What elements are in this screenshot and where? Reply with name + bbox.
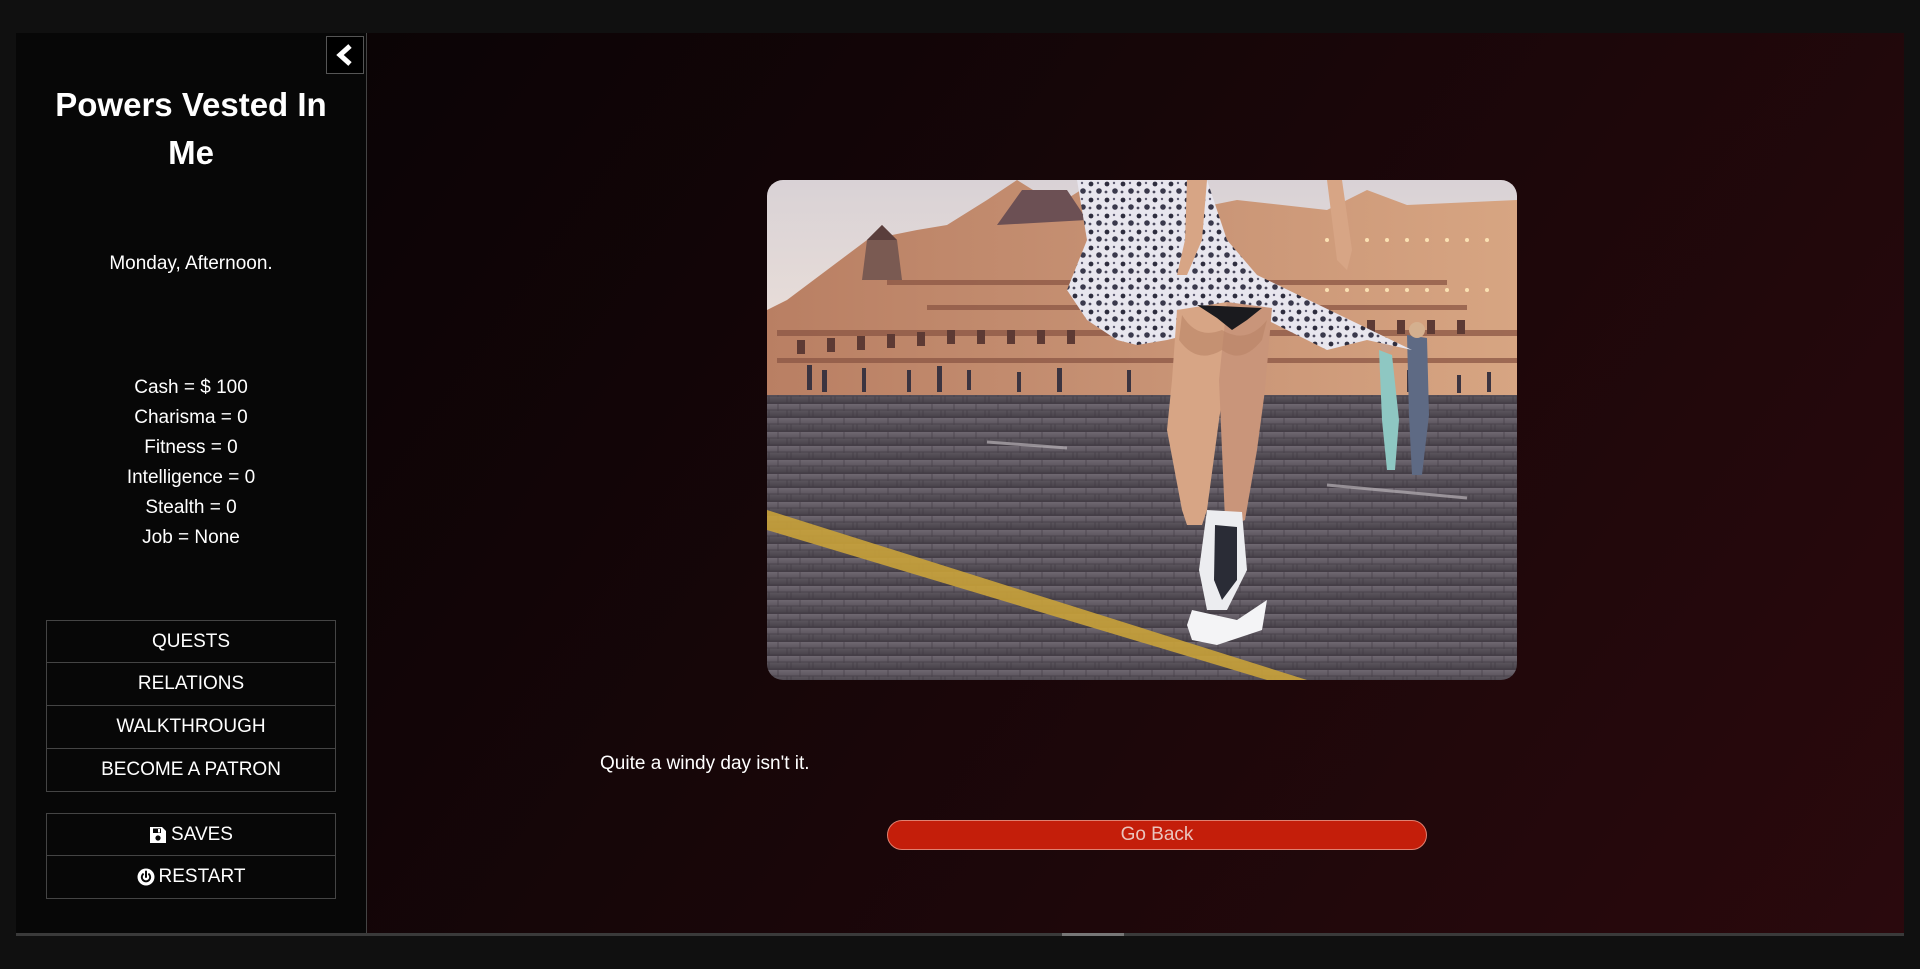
story-title: Powers Vested In Me: [55, 86, 327, 171]
restart-button[interactable]: RESTART: [46, 856, 336, 899]
power-icon: [137, 868, 155, 886]
chevron-left-icon: [336, 44, 352, 66]
horizontal-scrollbar[interactable]: [16, 933, 1904, 936]
menu-become-a-patron[interactable]: BECOME A PATRON: [46, 749, 336, 792]
system-menu: SAVES RESTART: [46, 813, 336, 899]
story-menu: QUESTS RELATIONS WALKTHROUGH BECOME A PA…: [46, 620, 336, 792]
scrollbar-thumb[interactable]: [1062, 933, 1124, 936]
floppy-disk-icon: [149, 826, 167, 844]
story-date: Monday, Afternoon.: [109, 253, 273, 274]
scene-image: [767, 180, 1517, 680]
menu-relations[interactable]: RELATIONS: [46, 663, 336, 706]
saves-label: SAVES: [171, 823, 233, 845]
passage-text: Quite a windy day isn't it.: [600, 753, 810, 774]
passage: Quite a windy day isn't it. Go Back: [367, 33, 1904, 933]
stat-charisma: Charisma = 0: [134, 407, 248, 428]
stat-cash: Cash = $ 100: [134, 377, 248, 398]
game-window: Powers Vested In Me Monday, Afternoon. C…: [16, 33, 1904, 933]
saves-button[interactable]: SAVES: [46, 813, 336, 856]
collapse-sidebar-button[interactable]: [326, 36, 364, 74]
stat-job: Job = None: [142, 527, 240, 548]
stat-fitness: Fitness = 0: [144, 437, 238, 458]
stats-panel: Cash = $ 100 Charisma = 0 Fitness = 0 In…: [16, 373, 366, 553]
stat-intelligence: Intelligence = 0: [126, 467, 256, 488]
stat-stealth: Stealth = 0: [145, 497, 237, 518]
menu-walkthrough[interactable]: WALKTHROUGH: [46, 706, 336, 749]
restart-label: RESTART: [158, 866, 246, 887]
menu-quests[interactable]: QUESTS: [46, 620, 336, 663]
go-back-button[interactable]: Go Back: [887, 820, 1427, 850]
ui-bar: Powers Vested In Me Monday, Afternoon. C…: [16, 33, 367, 933]
